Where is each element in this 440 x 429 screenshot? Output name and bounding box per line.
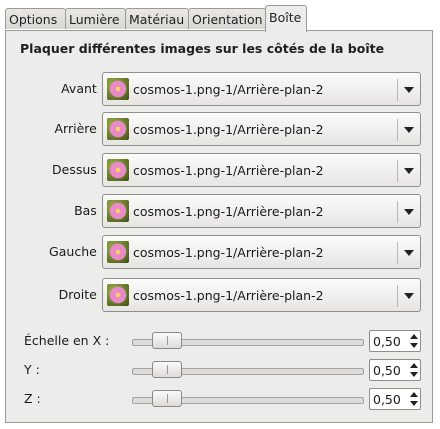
scale-label-z: Z : [24,391,41,406]
bottom-image-combo[interactable]: cosmos-1.png-1/Arrière-plan-2 [102,194,421,228]
tab-bar: Options Lumière Matériau Orientation Boî… [5,5,435,32]
left-image-value: cosmos-1.png-1/Arrière-plan-2 [133,245,324,260]
face-label-front: Avant : [61,81,105,96]
combo-separator [397,201,398,223]
scale-row-x: Échelle en X : 0,50 [6,330,434,352]
spin-up-icon[interactable] [410,334,418,339]
spin-up-icon[interactable] [410,363,418,368]
image-thumbnail-icon [107,118,129,140]
scale-row-y: Y : 0,50 [6,359,434,381]
scale-z-value: 0,50 [373,392,401,407]
right-image-combo[interactable]: cosmos-1.png-1/Arrière-plan-2 [102,278,421,312]
back-image-combo[interactable]: cosmos-1.png-1/Arrière-plan-2 [102,112,421,146]
scale-x-spinbutton[interactable]: 0,50 [369,330,421,352]
scale-y-value: 0,50 [373,363,401,378]
image-thumbnail-icon [107,159,129,181]
combo-separator [397,119,398,141]
image-thumbnail-icon [107,241,129,263]
back-image-value: cosmos-1.png-1/Arrière-plan-2 [133,122,324,137]
tab-label: Matériau [129,12,185,27]
face-row-back: Arrière : cosmos-1.png-1/Arrière-plan-2 [6,112,434,146]
dropdown-arrow-icon[interactable] [404,127,414,133]
scale-label-x: Échelle en X : [24,333,110,348]
left-image-combo[interactable]: cosmos-1.png-1/Arrière-plan-2 [102,235,421,269]
face-label-back: Arrière : [54,121,105,136]
tab-lumiere[interactable]: Lumière [65,8,126,29]
front-image-combo[interactable]: cosmos-1.png-1/Arrière-plan-2 [102,72,421,106]
top-image-value: cosmos-1.png-1/Arrière-plan-2 [133,163,324,178]
face-label-bottom: Bas : [74,203,105,218]
dropdown-arrow-icon[interactable] [404,168,414,174]
spin-down-icon[interactable] [410,401,418,406]
dropdown-arrow-icon[interactable] [404,87,414,93]
scale-x-value: 0,50 [373,334,401,349]
front-image-value: cosmos-1.png-1/Arrière-plan-2 [133,82,324,97]
face-label-top: Dessus : [52,162,105,177]
combo-separator [397,79,398,101]
scale-y-spinbutton[interactable]: 0,50 [369,359,421,381]
tab-options[interactable]: Options [5,8,66,29]
scale-label-y: Y : [24,362,40,377]
scale-z-slider-handle[interactable] [152,390,182,407]
tab-boite[interactable]: Boîte [265,5,307,32]
face-row-left: Gauche : cosmos-1.png-1/Arrière-plan-2 [6,235,434,269]
dropdown-arrow-icon[interactable] [404,293,414,299]
tab-label: Boîte [269,10,302,25]
combo-separator [397,242,398,264]
image-thumbnail-icon [107,78,129,100]
face-label-right: Droite : [58,287,105,302]
combo-separator [397,160,398,182]
tab-label: Lumière [69,12,120,27]
scale-z-spinbutton[interactable]: 0,50 [369,388,421,410]
face-row-right: Droite : cosmos-1.png-1/Arrière-plan-2 [6,278,434,312]
top-image-combo[interactable]: cosmos-1.png-1/Arrière-plan-2 [102,153,421,187]
image-thumbnail-icon [107,284,129,306]
image-thumbnail-icon [107,200,129,222]
scale-row-z: Z : 0,50 [6,388,434,410]
scale-y-slider-handle[interactable] [152,361,182,378]
box-settings-panel: Plaquer différentes images sur les côtés… [5,30,433,423]
right-image-value: cosmos-1.png-1/Arrière-plan-2 [133,288,324,303]
tab-label: Options [9,12,58,27]
combo-separator [397,285,398,307]
spin-up-icon[interactable] [410,392,418,397]
face-label-left: Gauche : [49,244,105,259]
dropdown-arrow-icon[interactable] [404,209,414,215]
tab-materiau[interactable]: Matériau [125,8,189,29]
tab-label: Orientation [192,12,263,27]
dropdown-arrow-icon[interactable] [404,250,414,256]
face-row-bottom: Bas : cosmos-1.png-1/Arrière-plan-2 [6,194,434,228]
face-row-front: Avant : cosmos-1.png-1/Arrière-plan-2 [6,72,434,106]
spin-down-icon[interactable] [410,372,418,377]
section-title: Plaquer différentes images sur les côtés… [20,41,385,56]
spin-down-icon[interactable] [410,343,418,348]
tab-orientation[interactable]: Orientation [188,8,266,29]
face-row-top: Dessus : cosmos-1.png-1/Arrière-plan-2 [6,153,434,187]
scale-x-slider-handle[interactable] [152,332,182,349]
bottom-image-value: cosmos-1.png-1/Arrière-plan-2 [133,204,324,219]
